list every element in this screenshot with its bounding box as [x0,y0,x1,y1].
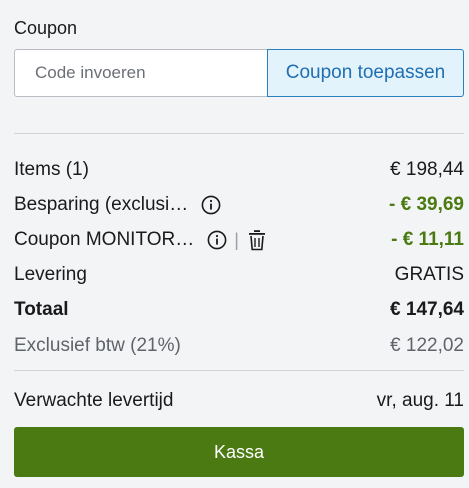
vat-value: € 122,02 [390,335,464,356]
apply-coupon-button[interactable]: Coupon toepassen [267,49,464,97]
summary-row-savings: Besparing (exclusi… - € 39,69 [14,192,464,218]
savings-label: Besparing (exclusi… [14,194,189,215]
items-value: € 198,44 [390,159,464,180]
divider [14,370,464,371]
coupon-separator: | [234,229,239,250]
divider [14,133,464,134]
total-label: Totaal [14,299,69,320]
summary-row-total: Totaal € 147,64 [14,297,464,323]
info-icon[interactable] [201,195,221,215]
delivery-time-value: vr, aug. 11 [376,390,464,411]
checkout-button[interactable]: Kassa [14,427,464,477]
delivery-time-row: Verwachte levertijd vr, aug. 11 [14,388,464,414]
items-label: Items (1) [14,159,89,180]
coupon-title: Coupon [14,18,78,38]
coupon-form: Coupon toepassen [14,49,464,97]
summary-row-delivery: Levering GRATIS [14,262,464,288]
summary-row-coupon: Coupon MONITOR… | - € 11,11 [14,227,464,253]
summary-row-vat: Exclusief btw (21%) € 122,02 [14,333,464,359]
delivery-time-label: Verwachte levertijd [14,390,174,411]
total-value: € 147,64 [390,299,464,320]
savings-value: - € 39,69 [389,194,464,215]
trash-icon[interactable] [247,229,267,251]
coupon-label: Coupon MONITOR… [14,229,195,250]
delivery-value: GRATIS [394,264,464,285]
coupon-discount-value: - € 11,11 [391,229,464,250]
vat-label: Exclusief btw (21%) [14,335,181,356]
info-icon[interactable] [207,230,227,250]
coupon-code-input[interactable] [14,49,267,97]
delivery-label: Levering [14,264,87,285]
summary-row-items: Items (1) € 198,44 [14,157,464,183]
